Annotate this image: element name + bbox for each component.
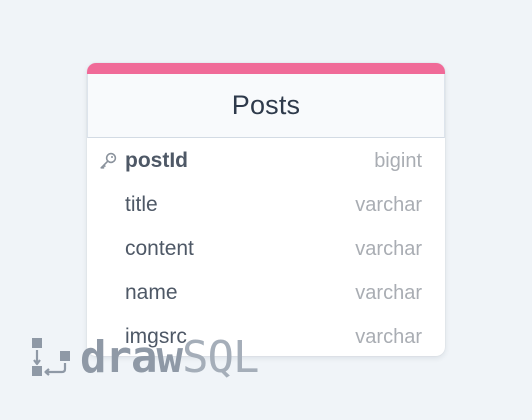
column-row-name[interactable]: name varchar: [87, 271, 445, 315]
key-icon: [98, 151, 118, 171]
column-name: title: [125, 193, 158, 216]
column-type: varchar: [355, 325, 422, 348]
column-row-imgsrc[interactable]: imgsrc varchar: [87, 315, 445, 356]
column-list: postId bigint title varchar content varc…: [87, 139, 445, 356]
column-type: varchar: [355, 237, 422, 260]
table-title: Posts: [231, 90, 301, 120]
column-type: bigint: [374, 149, 422, 172]
column-name: content: [125, 237, 194, 260]
drawsql-logo-icon: [30, 335, 72, 381]
column-type: varchar: [355, 193, 422, 216]
column-name: name: [125, 281, 178, 304]
column-name: imgsrc: [125, 325, 187, 348]
table-accent-bar: [87, 63, 445, 74]
column-row-content[interactable]: content varchar: [87, 227, 445, 271]
column-type: varchar: [355, 281, 422, 304]
table-header[interactable]: Posts: [87, 74, 445, 138]
column-row-postid[interactable]: postId bigint: [87, 139, 445, 183]
table-card-posts[interactable]: Posts postId bigint title varchar conten…: [87, 63, 445, 356]
diagram-canvas[interactable]: Posts postId bigint title varchar conten…: [0, 0, 532, 420]
column-name: postId: [125, 149, 188, 172]
column-row-title[interactable]: title varchar: [87, 183, 445, 227]
